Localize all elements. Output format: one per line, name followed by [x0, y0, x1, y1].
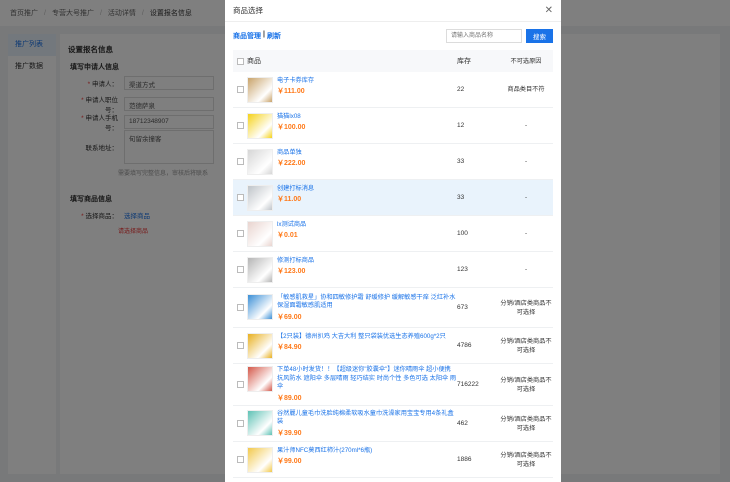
product-name[interactable]: 创建打标消息 — [277, 185, 314, 194]
product-stock: 33 — [457, 158, 465, 165]
table-row[interactable]: 商品单独 ￥222.00 33 - — [233, 144, 553, 180]
search-box: 搜索 — [446, 29, 553, 43]
product-table: 商品 库存 不可选原因 电子卡券库存 ￥111.00 22 商品类目不符猫猫lx08 ￥… — [233, 50, 553, 478]
product-thumbnail — [247, 148, 273, 175]
table-row[interactable]: 「敏感肌救星」协和四敏修护霜 舒缓修护 缓解敏感干痒 泛红补水保湿面霜敏感肌适用… — [233, 288, 553, 328]
row-checkbox[interactable] — [236, 381, 244, 388]
select-all-checkbox[interactable] — [236, 57, 244, 65]
unselectable-reason: - — [524, 230, 528, 237]
product-name[interactable]: 果汁师NFC莫西红柿汁(270ml*6瓶) — [277, 447, 372, 456]
product-manage-link[interactable]: 商品管理 — [233, 31, 261, 41]
product-name[interactable]: 谷然麗儿童毛巾洗脸纯棉柔软吸水童巾洗澡家用宝宝专用4条礼盒装 — [277, 410, 457, 427]
row-checkbox[interactable] — [236, 266, 244, 273]
product-thumbnail — [247, 220, 273, 247]
close-icon[interactable]: ✕ — [545, 5, 553, 16]
product-price: ￥99.00 — [277, 458, 302, 465]
modal-toolbar: 商品管理 | 刷新 搜索 — [233, 28, 553, 44]
product-select-modal: 商品选择 ✕ 商品管理 | 刷新 搜索 商品 库存 不可选原因 电子卡券库存 ￥1… — [225, 0, 561, 482]
product-stock: 4786 — [457, 342, 472, 349]
product-price: ￥39.90 — [277, 429, 302, 437]
product-stock: 22 — [457, 86, 465, 93]
product-thumbnail — [247, 76, 273, 103]
row-checkbox[interactable] — [236, 456, 244, 463]
product-thumbnail — [247, 366, 273, 393]
unselectable-reason: - — [524, 122, 528, 129]
product-price: ￥69.00 — [277, 313, 302, 321]
refresh-link[interactable]: 刷新 — [267, 31, 281, 41]
unselectable-reason: - — [524, 266, 528, 273]
product-stock: 716222 — [457, 381, 479, 388]
product-name[interactable]: 【2只装】德州扒鸡 大吉大利 整只袋装优选生态养殖600g*2只 — [277, 333, 446, 342]
product-thumbnail — [247, 332, 273, 359]
link-separator: | — [263, 31, 265, 38]
product-name[interactable]: 「敏感肌救星」协和四敏修护霜 舒缓修护 缓解敏感干痒 泛红补水保湿面霜敏感肌适用 — [277, 294, 457, 311]
column-header-stock: 库存 — [457, 58, 471, 65]
row-checkbox[interactable] — [236, 158, 244, 165]
table-body: 电子卡券库存 ￥111.00 22 商品类目不符 猫猫lx08 ￥100.00 12- 商品单… — [233, 72, 553, 478]
table-row[interactable]: 【2只装】德州扒鸡 大吉大利 整只袋装优选生态养殖600g*2只 ￥84.90 47… — [233, 328, 553, 364]
table-row[interactable]: 电子卡券库存 ￥111.00 22 商品类目不符 — [233, 72, 553, 108]
table-row[interactable]: 谷然麗儿童毛巾洗脸纯棉柔软吸水童巾洗澡家用宝宝专用4条礼盒装 ￥39.90 462 分… — [233, 406, 553, 442]
search-button[interactable]: 搜索 — [526, 29, 553, 43]
row-checkbox[interactable] — [236, 420, 244, 427]
product-thumbnail — [247, 256, 273, 283]
table-row[interactable]: 修测打标商品 ￥123.00 123 - — [233, 252, 553, 288]
row-checkbox[interactable] — [236, 342, 244, 349]
table-row[interactable]: 下单48小时发货！！【超级迷你"胶囊伞"】迷你晴雨伞 超小便携 抗风防水 遮阳伞… — [233, 364, 553, 406]
unselectable-reason: 分销/酒店类商品不可选择 — [500, 376, 552, 393]
search-input[interactable] — [446, 29, 522, 43]
product-thumbnail — [247, 409, 273, 436]
table-row[interactable]: 猫猫lx08 ￥100.00 12 - — [233, 108, 553, 144]
product-stock: 462 — [457, 420, 468, 427]
product-stock: 123 — [457, 266, 468, 273]
product-name[interactable]: lx测试商品 — [277, 221, 306, 230]
unselectable-reason: 分销/酒店类商品不可选择 — [500, 337, 552, 354]
product-stock: 12 — [457, 122, 465, 129]
row-checkbox[interactable] — [236, 86, 244, 93]
unselectable-reason: 商品类目不符 — [507, 86, 545, 93]
product-stock: 33 — [457, 194, 465, 201]
product-name[interactable]: 商品单独 — [277, 149, 305, 158]
product-price: ￥84.90 — [277, 344, 302, 351]
table-row[interactable]: 果汁师NFC莫西红柿汁(270ml*6瓶) ￥99.00 1886 分销/酒店类商品不… — [233, 442, 553, 478]
product-price: ￥89.00 — [277, 394, 302, 402]
product-thumbnail — [247, 184, 273, 211]
product-thumbnail — [247, 112, 273, 139]
column-header-note: 不可选原因 — [510, 57, 542, 65]
unselectable-reason: 分销/酒店类商品不可选择 — [500, 451, 552, 468]
product-price: ￥11.00 — [277, 196, 302, 203]
row-checkbox[interactable] — [236, 122, 244, 129]
product-price: ￥0.01 — [277, 232, 298, 239]
product-stock: 100 — [457, 230, 468, 237]
row-checkbox[interactable] — [236, 194, 244, 201]
product-thumbnail — [247, 293, 273, 320]
table-header: 商品 库存 不可选原因 — [233, 50, 553, 72]
table-row[interactable]: lx测试商品 ￥0.01 100 - — [233, 216, 553, 252]
product-stock: 1886 — [457, 456, 472, 463]
product-stock: 673 — [457, 304, 468, 311]
product-price: ￥111.00 — [277, 88, 305, 95]
product-name[interactable]: 下单48小时发货！！【超级迷你"胶囊伞"】迷你晴雨伞 超小便携 抗风防水 遮阳伞… — [277, 366, 457, 392]
product-name[interactable]: 修测打标商品 — [277, 257, 314, 266]
product-thumbnail — [247, 446, 273, 473]
modal-title: 商品选择 — [233, 6, 263, 15]
toolbar-links: 商品管理 | 刷新 — [233, 31, 281, 41]
table-row[interactable]: 创建打标消息 ￥11.00 33 - — [233, 180, 553, 216]
product-price: ￥123.00 — [277, 268, 306, 275]
product-name[interactable]: 电子卡券库存 — [277, 77, 314, 86]
unselectable-reason: - — [524, 194, 528, 201]
unselectable-reason: 分销/酒店类商品不可选择 — [500, 415, 552, 432]
unselectable-reason: 分销/酒店类商品不可选择 — [500, 299, 552, 316]
product-price: ￥222.00 — [277, 160, 306, 167]
row-checkbox[interactable] — [236, 230, 244, 237]
product-price: ￥100.00 — [277, 124, 306, 131]
modal-header: 商品选择 ✕ — [225, 0, 561, 22]
column-header-product: 商品 — [247, 58, 261, 65]
row-checkbox[interactable] — [236, 304, 244, 311]
product-name[interactable]: 猫猫lx08 — [277, 113, 305, 122]
unselectable-reason: - — [524, 158, 528, 165]
